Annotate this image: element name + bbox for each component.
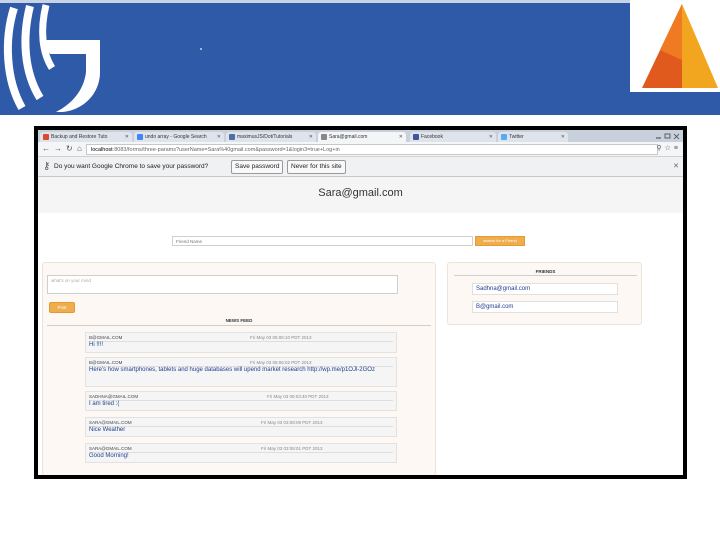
banner-dot [200, 48, 202, 50]
key-icon: ⚷ [43, 161, 51, 172]
close-tab-icon[interactable]: ✕ [125, 132, 129, 142]
feed-item: SADHNA@GMAIL.COM Fri May 03 05:03:40 PDT… [85, 391, 397, 411]
feed-timestamp: Fri May 03 05:06:02 PDT 2013 [250, 360, 312, 365]
page-favicon-icon [321, 134, 327, 140]
user-email-title: Sara@gmail.com [318, 187, 403, 199]
feed-item: SARA@GMAIL.COM Fri May 03 03:08:09 PDT 2… [85, 417, 397, 437]
tab-title: undo array - Google Search [145, 134, 207, 140]
back-arrow-icon[interactable]: ← [42, 143, 50, 155]
browser-screenshot: Backup and Restore Tuto ✕ undo array - G… [34, 126, 687, 479]
friends-heading: FRIENDS [535, 269, 556, 274]
url-path: :8083/forms/three-params?userName=Sara%4… [112, 147, 340, 153]
save-password-infobar: ⚷ Do you want Google Chrome to save your… [38, 157, 683, 177]
address-bar: ← → ↻ ⌂ localhost:8083/forms/three-param… [38, 142, 683, 157]
feed-timestamp: Fri May 03 05:06:10 PDT 2013 [250, 335, 312, 340]
twitter-favicon-icon [501, 134, 507, 140]
newsfeed-panel: what's on your mind Post NEWS FEED B@GMA… [42, 262, 436, 475]
browser-tab[interactable]: Twitter ✕ [498, 132, 568, 142]
tab-title: Sara@gmail.com [329, 134, 368, 140]
home-icon[interactable]: ⌂ [77, 143, 82, 155]
browser-tab[interactable]: undo array - Google Search ✕ [134, 132, 224, 142]
favicon-icon [43, 134, 49, 140]
slide-banner [0, 0, 720, 115]
window-controls-icon[interactable] [653, 130, 683, 142]
banner-top-line [0, 0, 720, 3]
tab-title: Facebook [421, 134, 443, 140]
status-textarea[interactable]: what's on your mind [47, 275, 398, 294]
browser-tab[interactable]: maximusJS/Dot/Tutorials ✕ [226, 132, 316, 142]
browser-tab[interactable]: Backup and Restore Tuto ✕ [40, 132, 132, 142]
friend-search-input[interactable] [172, 236, 473, 246]
friend-item[interactable]: B@gmail.com [472, 301, 618, 313]
favicon-icon [229, 134, 235, 140]
close-tab-icon[interactable]: ✕ [217, 132, 221, 142]
feed-text: Here's how smartphones, tablets and huge… [89, 367, 375, 373]
tab-bar: Backup and Restore Tuto ✕ undo array - G… [38, 130, 683, 142]
feed-author: B@GMAIL.COM [89, 335, 123, 340]
forward-arrow-icon[interactable]: → [54, 143, 62, 155]
facebook-favicon-icon [413, 134, 419, 140]
close-infobar-icon[interactable]: ✕ [673, 157, 679, 177]
infobar-message: Do you want Google Chrome to save your p… [54, 163, 209, 170]
tab-title: Twitter [509, 134, 524, 140]
friends-panel: FRIENDS Sadhna@gmail.com B@gmail.com [447, 262, 642, 325]
url-field[interactable]: localhost:8083/forms/three-params?userNa… [86, 144, 658, 155]
chrome-menu-icon[interactable]: ≡ [674, 145, 681, 152]
divider [454, 275, 637, 276]
url-host: localhost [91, 147, 113, 153]
feed-author: SARA@GMAIL.COM [89, 446, 132, 451]
feed-text: Nice Weather [89, 427, 126, 433]
close-tab-icon[interactable]: ✕ [489, 132, 493, 142]
tab-title: Backup and Restore Tuto [51, 134, 108, 140]
bookmark-star-icon[interactable]: ☆ [665, 145, 674, 152]
page-header: Sara@gmail.com [38, 177, 683, 213]
university-logo-icon [3, 4, 100, 112]
post-button[interactable]: Post [49, 302, 75, 313]
close-tab-icon[interactable]: ✕ [561, 132, 565, 142]
friend-item[interactable]: Sadhna@gmail.com [472, 283, 618, 295]
browser-tab-active[interactable]: Sara@gmail.com ✕ [318, 132, 406, 142]
newsfeed-heading: NEWS FEED [225, 318, 253, 323]
search-friend-button[interactable]: search for a Friend [475, 236, 525, 246]
feed-author: SARA@GMAIL.COM [89, 420, 132, 425]
google-favicon-icon [137, 134, 143, 140]
save-password-button[interactable]: Save password [231, 160, 284, 174]
close-tab-icon[interactable]: ✕ [399, 132, 403, 142]
toolbar-icons: ⚲☆≡ [656, 143, 681, 155]
tab-title: maximusJS/Dot/Tutorials [237, 134, 293, 140]
feed-item: B@GMAIL.COM Fri May 03 05:06:02 PDT 2013… [85, 357, 397, 387]
zoom-icon[interactable]: ⚲ [656, 145, 664, 152]
feed-timestamp: Fri May 03 05:03:40 PDT 2013 [267, 394, 329, 399]
pyramid-logo-icon [642, 4, 718, 88]
feed-text: Hi !!!! [89, 342, 104, 348]
feed-text: Good Morning! [89, 453, 129, 459]
reload-icon[interactable]: ↻ [66, 143, 73, 155]
brand-logo [630, 0, 720, 92]
feed-text: I am tired :( [89, 401, 120, 407]
browser-tab[interactable]: Facebook ✕ [410, 132, 496, 142]
feed-item: B@GMAIL.COM Fri May 03 05:06:10 PDT 2013… [85, 332, 397, 353]
never-save-password-button[interactable]: Never for this site [287, 160, 346, 174]
feed-timestamp: Fri May 03 03:08:01 PDT 2013 [261, 446, 323, 451]
close-tab-icon[interactable]: ✕ [309, 132, 313, 142]
feed-author: SADHNA@GMAIL.COM [89, 394, 139, 399]
divider [47, 325, 431, 326]
feed-item: SARA@GMAIL.COM Fri May 03 03:08:01 PDT 2… [85, 443, 397, 463]
feed-author: B@GMAIL.COM [89, 360, 123, 365]
feed-timestamp: Fri May 03 03:08:09 PDT 2013 [261, 420, 323, 425]
